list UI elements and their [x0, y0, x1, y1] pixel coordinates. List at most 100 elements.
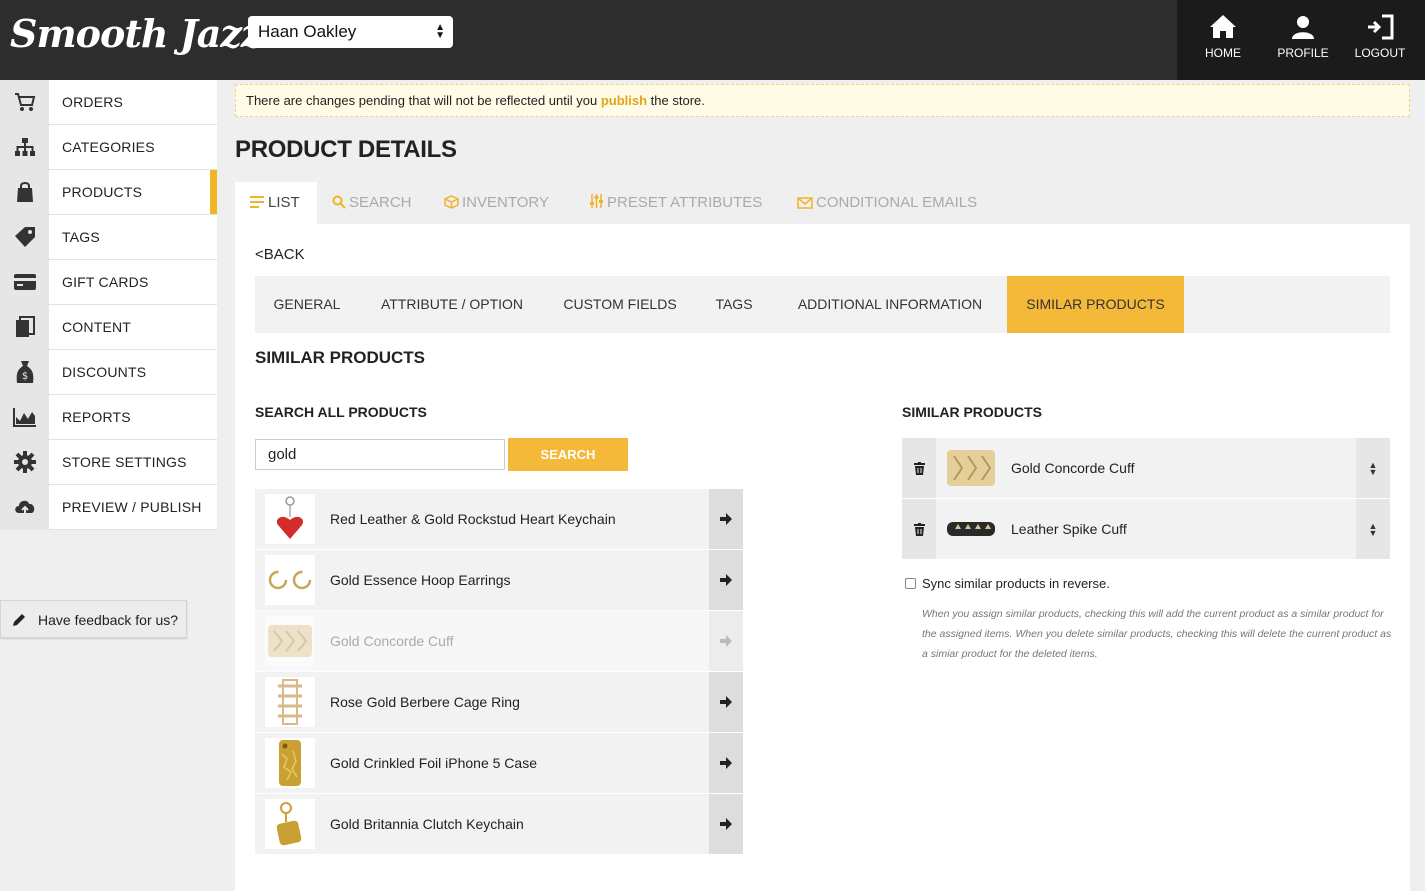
add-similar-button[interactable] [709, 489, 743, 549]
envelope-icon [797, 197, 813, 209]
sidebar-item-label: GIFT CARDS [62, 274, 149, 290]
similar-heading: SIMILAR PRODUCTS [902, 404, 1042, 420]
search-result-row: Red Leather & Gold Rockstud Heart Keycha… [255, 489, 743, 550]
sidebar-item-preview-publish[interactable]: PREVIEW / PUBLISH [0, 485, 217, 530]
subtab-additional-information[interactable]: ADDITIONAL INFORMATION [773, 276, 1007, 333]
tab-inventory[interactable]: INVENTORY [444, 182, 549, 224]
search-result-row: Gold Crinkled Foil iPhone 5 Case [255, 733, 743, 794]
sort-handle-icon[interactable]: ▲ ▼ [1356, 499, 1390, 559]
nav-profile[interactable]: PROFILE [1268, 14, 1338, 60]
nav-home[interactable]: HOME [1188, 14, 1258, 60]
page-title: PRODUCT DETAILS [235, 136, 457, 163]
sidebar: ORDERS CATEGORIES PRODUCTS TAGS GIFT CAR… [0, 80, 217, 530]
result-name: Gold Concorde Cuff [330, 633, 454, 649]
sidebar-item-content[interactable]: CONTENT [0, 305, 217, 350]
detail-subtabs: GENERAL ATTRIBUTE / OPTION CUSTOM FIELDS… [255, 276, 1390, 333]
sliders-icon [590, 194, 603, 208]
result-name: Red Leather & Gold Rockstud Heart Keycha… [330, 511, 616, 527]
product-search-input[interactable]: gold [255, 439, 505, 470]
logo[interactable]: Smooth Jazz® [10, 12, 273, 56]
arrow-right-icon [720, 696, 732, 708]
product-thumbnail [265, 677, 315, 727]
section-title: SIMILAR PRODUCTS [255, 348, 425, 367]
svg-text:$: $ [21, 371, 27, 382]
sidebar-item-label: STORE SETTINGS [62, 454, 187, 470]
product-thumbnail [946, 443, 996, 493]
tab-search[interactable]: SEARCH [332, 182, 412, 224]
result-name: Gold Britannia Clutch Keychain [330, 816, 524, 832]
result-name: Gold Crinkled Foil iPhone 5 Case [330, 755, 537, 771]
tab-conditional-emails-label: CONDITIONAL EMAILS [816, 194, 978, 211]
pages-icon [0, 305, 49, 349]
feedback-button[interactable]: Have feedback for us? [0, 600, 187, 638]
add-similar-button [709, 611, 743, 671]
product-thumbnail [265, 494, 315, 544]
add-similar-button[interactable] [709, 794, 743, 854]
publish-link[interactable]: publish [601, 93, 647, 108]
sidebar-item-orders[interactable]: ORDERS [0, 80, 217, 125]
result-name: Gold Essence Hoop Earrings [330, 572, 511, 588]
sidebar-item-gift-cards[interactable]: GIFT CARDS [0, 260, 217, 305]
trash-icon [913, 461, 925, 475]
sync-reverse-option[interactable]: Sync similar products in reverse. [905, 576, 1110, 591]
sort-handle-icon[interactable]: ▲ ▼ [1356, 438, 1390, 498]
sidebar-item-label: REPORTS [62, 409, 131, 425]
store-select[interactable]: Haan Oakley ▲ ▼ [248, 16, 453, 48]
product-thumbnail [265, 616, 315, 666]
subtab-tags[interactable]: TAGS [695, 276, 773, 333]
sidebar-item-label: TAGS [62, 229, 100, 245]
tab-search-label: SEARCH [349, 194, 412, 211]
sidebar-item-label: PRODUCTS [62, 184, 143, 200]
similar-product-name: Gold Concorde Cuff [1011, 460, 1135, 476]
cart-icon [0, 80, 49, 124]
search-result-row: Gold Essence Hoop Earrings [255, 550, 743, 611]
feedback-label: Have feedback for us? [38, 612, 179, 628]
arrow-right-icon [720, 574, 732, 586]
subtab-attribute-option[interactable]: ATTRIBUTE / OPTION [359, 276, 545, 333]
result-name: Rose Gold Berbere Cage Ring [330, 694, 520, 710]
sidebar-item-store-settings[interactable]: STORE SETTINGS [0, 440, 217, 485]
product-thumbnail [946, 504, 996, 554]
search-result-row: Rose Gold Berbere Cage Ring [255, 672, 743, 733]
nav-logout[interactable]: LOGOUT [1345, 14, 1415, 60]
sidebar-item-label: PREVIEW / PUBLISH [62, 499, 202, 515]
top-nav: HOME PROFILE LOGOUT [1177, 0, 1425, 80]
add-similar-button[interactable] [709, 550, 743, 610]
search-icon [332, 195, 346, 209]
sidebar-item-tags[interactable]: TAGS [0, 215, 217, 260]
tab-list-label: LIST [268, 194, 300, 211]
remove-similar-button[interactable] [902, 438, 936, 498]
back-link[interactable]: <BACK [255, 246, 305, 263]
product-thumbnail [265, 555, 315, 605]
product-thumbnail [265, 738, 315, 788]
sidebar-item-discounts[interactable]: $ DISCOUNTS [0, 350, 217, 395]
pending-changes-notice: There are changes pending that will not … [235, 84, 1410, 117]
nav-profile-label: PROFILE [1277, 46, 1329, 60]
search-results-list: Red Leather & Gold Rockstud Heart Keycha… [255, 489, 743, 855]
search-button[interactable]: SEARCH [508, 438, 628, 471]
nav-logout-label: LOGOUT [1354, 46, 1406, 60]
add-similar-button[interactable] [709, 733, 743, 793]
sidebar-item-label: CONTENT [62, 319, 132, 335]
cloud-upload-icon [0, 485, 49, 529]
pencil-icon [13, 614, 25, 626]
subtab-similar-products[interactable]: SIMILAR PRODUCTS [1007, 276, 1184, 333]
tab-preset-attributes[interactable]: PRESET ATTRIBUTES [589, 182, 762, 224]
sidebar-item-categories[interactable]: CATEGORIES [0, 125, 217, 170]
sync-reverse-checkbox[interactable] [905, 578, 916, 589]
nav-home-label: HOME [1205, 46, 1241, 60]
remove-similar-button[interactable] [902, 499, 936, 559]
tab-conditional-emails[interactable]: CONDITIONAL EMAILS [797, 182, 977, 224]
product-details-panel: <BACK GENERAL ATTRIBUTE / OPTION CUSTOM … [235, 224, 1410, 891]
sidebar-item-products[interactable]: PRODUCTS [0, 170, 217, 215]
notice-text-after: the store. [647, 93, 705, 108]
arrow-right-icon [720, 635, 732, 647]
tab-list[interactable]: LIST [235, 182, 317, 224]
sidebar-item-label: ORDERS [62, 94, 124, 110]
store-select-value: Haan Oakley [258, 22, 357, 41]
subtab-general[interactable]: GENERAL [255, 276, 359, 333]
subtab-custom-fields[interactable]: CUSTOM FIELDS [545, 276, 695, 333]
similar-product-row: Gold Concorde Cuff ▲ ▼ [902, 438, 1390, 499]
sidebar-item-reports[interactable]: REPORTS [0, 395, 217, 440]
add-similar-button[interactable] [709, 672, 743, 732]
